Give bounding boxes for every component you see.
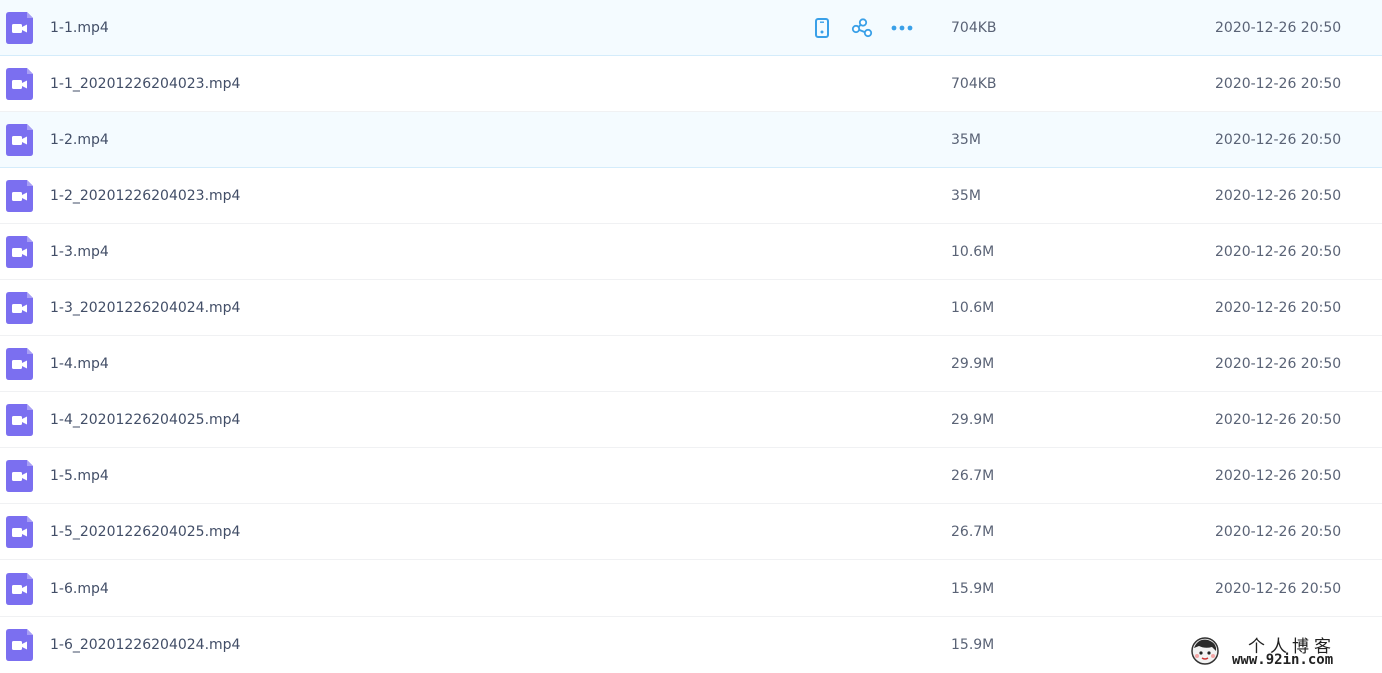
file-name[interactable]: 1-3_20201226204024.mp4 [50, 280, 240, 336]
file-date: 2020-12-26 20:50 [1215, 524, 1342, 540]
file-size: 26.7M [951, 468, 995, 484]
video-file-icon [6, 292, 33, 324]
file-row[interactable]: 1-6.mp4 15.9M 2020-12-26 20:50 [0, 561, 1382, 617]
row-actions [810, 16, 914, 40]
file-row[interactable]: 1-4.mp4 29.9M 2020-12-26 20:50 [0, 336, 1382, 392]
file-name[interactable]: 1-2_20201226204023.mp4 [50, 168, 240, 224]
video-file-icon [6, 460, 33, 492]
video-file-icon [6, 516, 33, 548]
file-size: 29.9M [951, 412, 995, 428]
file-name[interactable]: 1-2.mp4 [50, 112, 109, 168]
avatar-logo-icon [1191, 637, 1219, 665]
watermark: 个人博客 www.92in.com [1186, 632, 1376, 670]
video-file-icon [6, 124, 33, 156]
file-size: 26.7M [951, 524, 995, 540]
file-name[interactable]: 1-5.mp4 [50, 448, 109, 504]
file-size: 15.9M [951, 637, 995, 653]
video-file-icon [6, 629, 33, 661]
file-row[interactable]: 1-3_20201226204024.mp4 10.6M 2020-12-26 … [0, 280, 1382, 336]
file-name[interactable]: 1-5_20201226204025.mp4 [50, 504, 240, 560]
file-size: 704KB [951, 20, 997, 36]
share-icon[interactable] [850, 16, 874, 40]
file-date: 2020-12-26 20:50 [1215, 76, 1342, 92]
video-file-icon [6, 68, 33, 100]
file-list: 1-1.mp4 704KB 2020-12-26 20:50 1-1_20201… [0, 0, 1382, 673]
file-row[interactable]: 1-6_20201226204024.mp4 15.9M [0, 617, 1382, 673]
video-file-icon [6, 236, 33, 268]
file-size: 35M [951, 188, 981, 204]
file-row[interactable]: 1-2.mp4 35M 2020-12-26 20:50 [0, 112, 1382, 168]
file-date: 2020-12-26 20:50 [1215, 244, 1342, 260]
file-row[interactable]: 1-4_20201226204025.mp4 29.9M 2020-12-26 … [0, 392, 1382, 448]
file-name[interactable]: 1-6_20201226204024.mp4 [50, 617, 240, 673]
file-row[interactable]: 1-2_20201226204023.mp4 35M 2020-12-26 20… [0, 168, 1382, 224]
file-name[interactable]: 1-1.mp4 [50, 0, 109, 56]
file-row[interactable]: 1-5.mp4 26.7M 2020-12-26 20:50 [0, 448, 1382, 504]
file-size: 704KB [951, 76, 997, 92]
file-date: 2020-12-26 20:50 [1215, 132, 1342, 148]
file-size: 29.9M [951, 356, 995, 372]
file-size: 35M [951, 132, 981, 148]
more-icon[interactable] [890, 16, 914, 40]
file-date: 2020-12-26 20:50 [1215, 188, 1342, 204]
file-name[interactable]: 1-1_20201226204023.mp4 [50, 56, 240, 112]
phone-icon[interactable] [810, 16, 834, 40]
file-name[interactable]: 1-3.mp4 [50, 224, 109, 280]
video-file-icon [6, 404, 33, 436]
file-size: 10.6M [951, 244, 995, 260]
file-row[interactable]: 1-1_20201226204023.mp4 704KB 2020-12-26 … [0, 56, 1382, 112]
file-date: 2020-12-26 20:50 [1215, 356, 1342, 372]
file-size: 15.9M [951, 581, 995, 597]
file-date: 2020-12-26 20:50 [1215, 468, 1342, 484]
file-name[interactable]: 1-4.mp4 [50, 336, 109, 392]
file-date: 2020-12-26 20:50 [1215, 20, 1342, 36]
file-date: 2020-12-26 20:50 [1215, 412, 1342, 428]
watermark-url: www.92in.com [1232, 652, 1334, 668]
file-size: 10.6M [951, 300, 995, 316]
file-row[interactable]: 1-3.mp4 10.6M 2020-12-26 20:50 [0, 224, 1382, 280]
video-file-icon [6, 573, 33, 605]
video-file-icon [6, 348, 33, 380]
file-name[interactable]: 1-4_20201226204025.mp4 [50, 392, 240, 448]
file-row[interactable]: 1-1.mp4 704KB 2020-12-26 20:50 [0, 0, 1382, 56]
file-row[interactable]: 1-5_20201226204025.mp4 26.7M 2020-12-26 … [0, 504, 1382, 560]
file-date: 2020-12-26 20:50 [1215, 300, 1342, 316]
file-name[interactable]: 1-6.mp4 [50, 561, 109, 617]
file-date: 2020-12-26 20:50 [1215, 581, 1342, 597]
video-file-icon [6, 180, 33, 212]
video-file-icon [6, 12, 33, 44]
